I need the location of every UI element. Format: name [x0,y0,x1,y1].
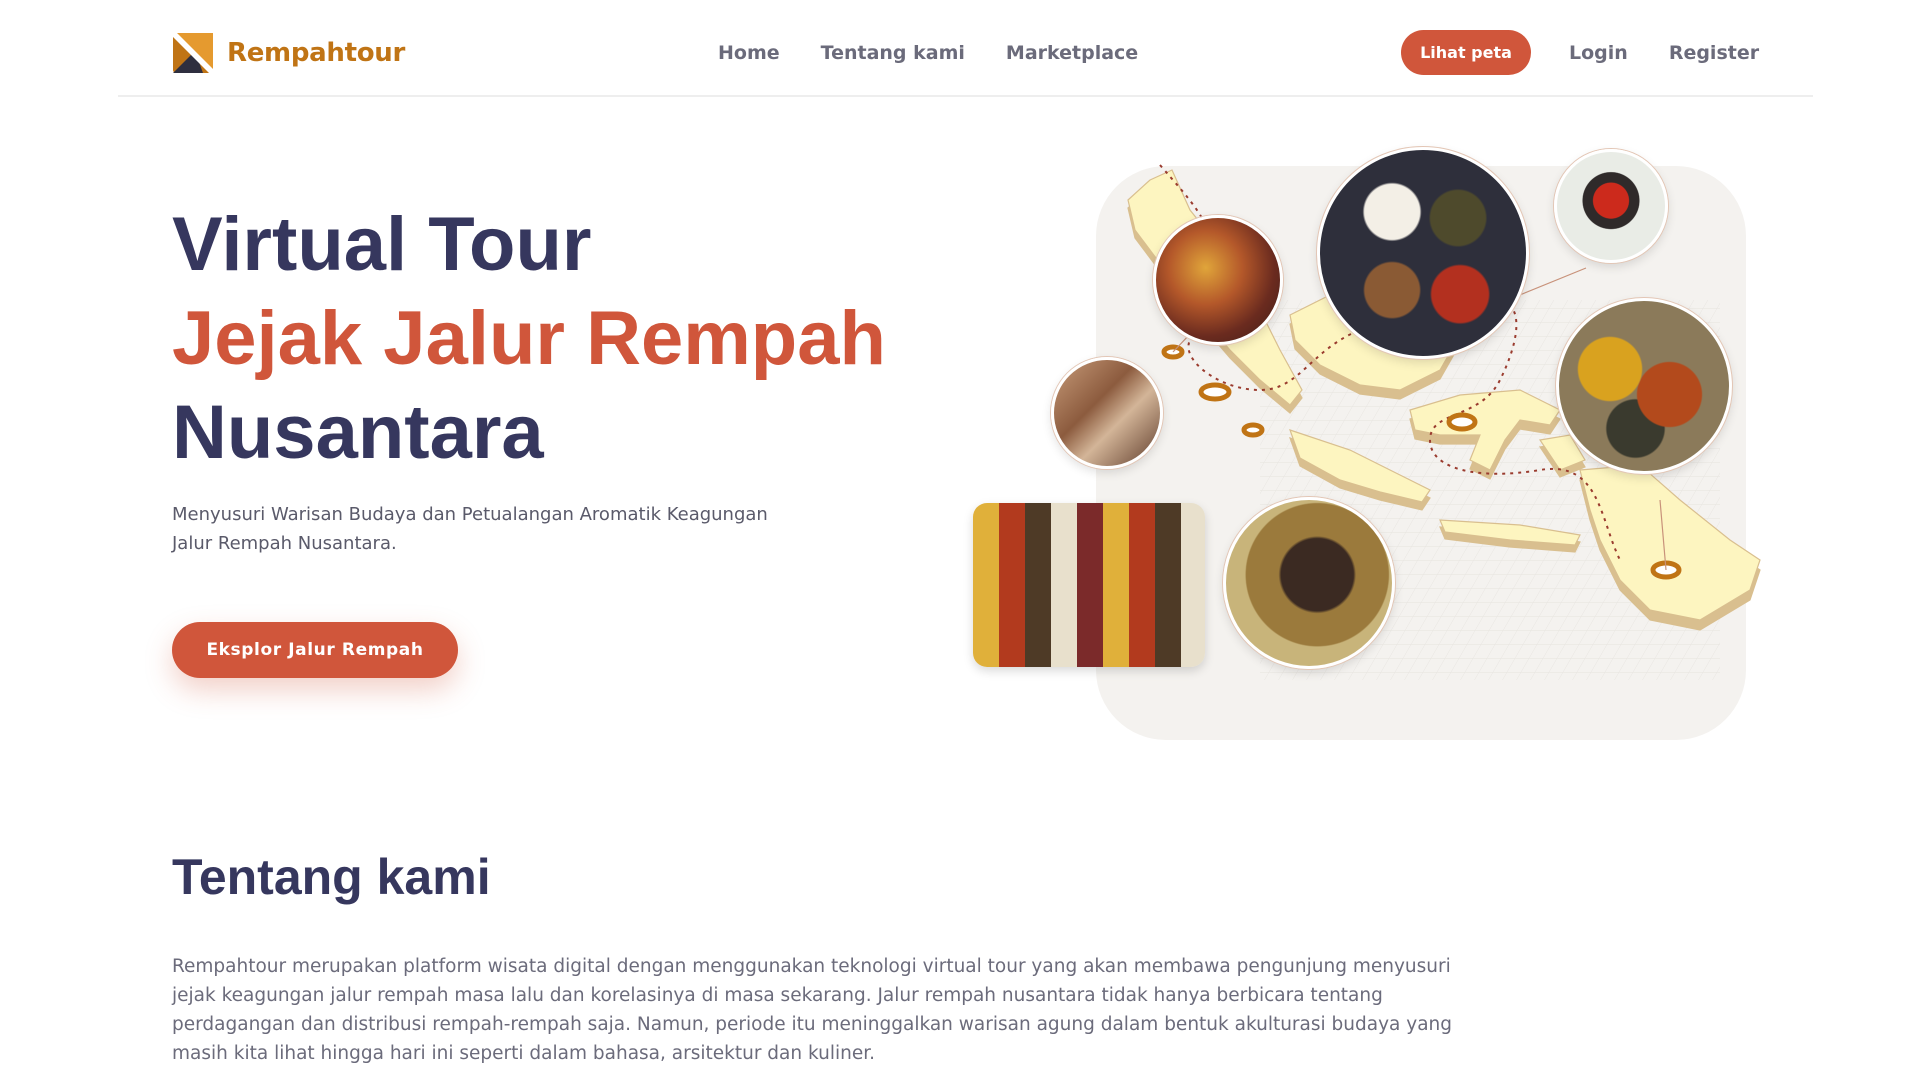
hero-title-line2: Jejak Jalur Rempah [172,296,886,381]
login-link[interactable]: Login [1569,42,1628,64]
rempahtour-logo-icon [173,33,213,73]
spice-sacks-photo [973,503,1205,667]
hero-title-line3: Nusantara [172,390,544,475]
chili-peppers-photo [1554,149,1668,263]
nav-about-link[interactable]: Tentang kami [821,42,965,64]
explore-spice-route-button[interactable]: Eksplor Jalur Rempah [172,622,458,678]
nav-actions: Lihat peta Login Register [1401,30,1759,75]
brand-logo[interactable]: Rempahtour [173,33,405,73]
brand-name: Rempahtour [227,38,406,68]
spice-market-photo [1153,215,1283,345]
cinnamon-sticks-photo [1051,357,1163,469]
top-navbar: Rempahtour Home Tentang kami Marketplace… [118,0,1813,97]
hero-title: Virtual Tour Jejak Jalur Rempah Nusantar… [172,198,886,480]
about-section-text: Rempahtour merupakan platform wisata dig… [172,956,1453,1064]
register-link[interactable]: Register [1669,42,1759,64]
star-anise-photo [1223,497,1395,669]
main-menu: Home Tentang kami Marketplace [718,42,1138,64]
nav-home-link[interactable]: Home [718,42,780,64]
nav-marketplace-link[interactable]: Marketplace [1006,42,1138,64]
about-section-title: Tentang kami [172,849,491,905]
view-map-button[interactable]: Lihat peta [1401,30,1531,75]
hero-title-line1: Virtual Tour [172,202,592,287]
spice-bowls-photo [1317,147,1529,359]
hero-subtitle: Menyusuri Warisan Budaya dan Petualangan… [172,504,768,554]
spice-powders-photo [1556,298,1732,474]
